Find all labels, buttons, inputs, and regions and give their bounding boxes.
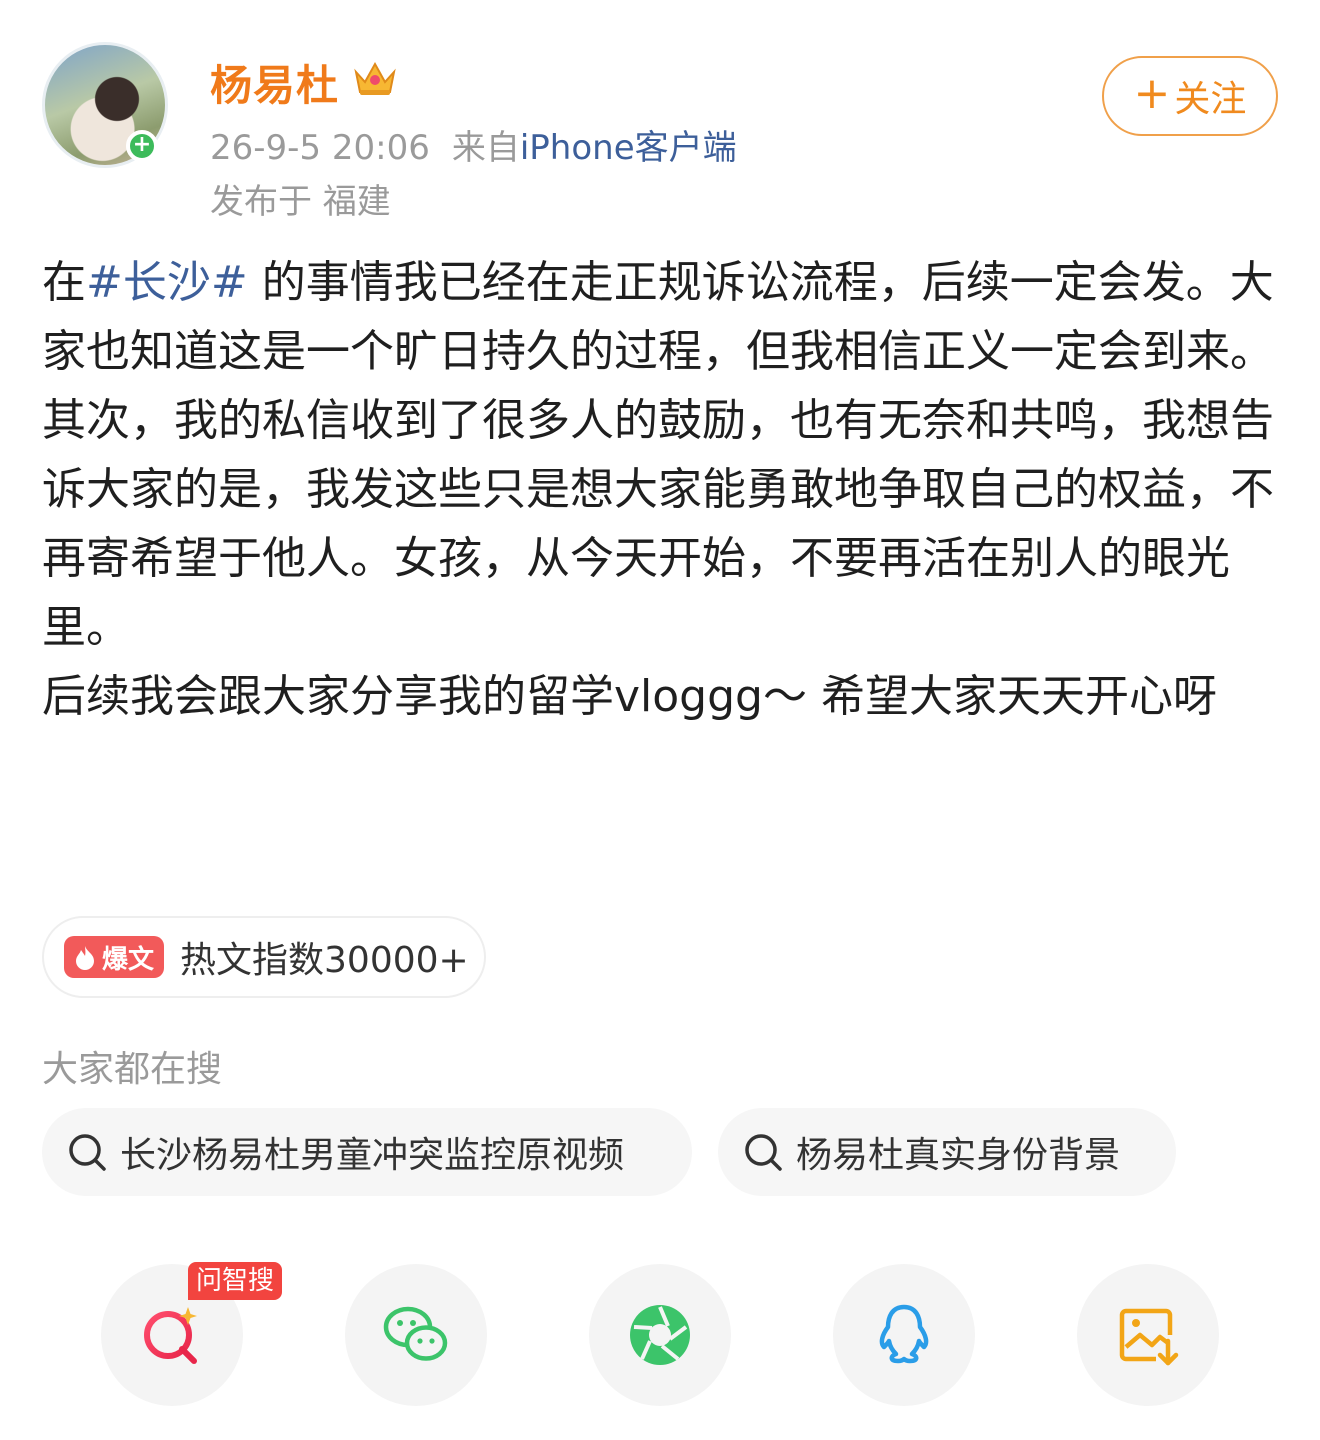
content-paragraph-1: 在#长沙# 的事情我已经在走正规诉讼流程，后续一定会发。大家也知道这是一个旷日持… xyxy=(42,248,1282,386)
hot-index-pill[interactable]: 爆文 热文指数30000+ xyxy=(42,916,486,998)
ai-search-badge: 问智搜 xyxy=(188,1262,283,1300)
moments-icon xyxy=(630,1305,690,1365)
search-suggestion[interactable]: 杨易杜真实身份背景 xyxy=(718,1108,1176,1196)
topic-link[interactable]: #长沙# xyxy=(86,257,248,308)
ai-search-icon xyxy=(144,1307,197,1364)
qq-share-button[interactable] xyxy=(833,1264,975,1406)
wechat-share-button[interactable] xyxy=(345,1264,487,1406)
plus-icon: + xyxy=(1133,68,1171,119)
qq-icon xyxy=(879,1304,929,1364)
search-suggestion-label: 杨易杜真实身份背景 xyxy=(796,1135,1121,1176)
moments-share-button[interactable] xyxy=(589,1264,731,1406)
wechat-icon xyxy=(383,1306,448,1361)
hot-tag-label: 爆文 xyxy=(102,944,155,975)
search-icon xyxy=(745,1134,782,1171)
content-prefix: 在 xyxy=(42,257,86,308)
follow-button[interactable]: + 关注 xyxy=(1102,56,1278,136)
online-badge-icon: + xyxy=(126,130,158,162)
post-content: 在#长沙# 的事情我已经在走正规诉讼流程，后续一定会发。大家也知道这是一个旷日持… xyxy=(42,248,1282,731)
post-meta: 26-9-5 20:06 来自iPhone客户端 xyxy=(210,120,737,169)
search-section-title: 大家都在搜 xyxy=(42,1049,223,1090)
save-image-button[interactable] xyxy=(1077,1264,1219,1406)
save-image-icon xyxy=(1119,1308,1179,1366)
search-suggestion[interactable]: 长沙杨易杜男童冲突监控原视频 xyxy=(42,1108,692,1196)
post-location: 发布于 福建 xyxy=(210,182,391,222)
source-prefix: 来自 xyxy=(451,128,520,168)
crown-icon xyxy=(354,61,396,95)
author-name[interactable]: 杨易杜 xyxy=(210,52,339,113)
hot-index-text: 热文指数30000+ xyxy=(180,940,469,981)
follow-label: 关注 xyxy=(1174,79,1247,120)
content-paragraph-2: 其次，我的私信收到了很多人的鼓励，也有无奈和共鸣，我想告诉大家的是，我发这些只是… xyxy=(42,395,1274,653)
search-suggestion-label: 长沙杨易杜男童冲突监控原视频 xyxy=(120,1135,625,1176)
content-paragraph-3: 后续我会跟大家分享我的留学vloggg～ 希望大家天天开心呀 xyxy=(42,671,1217,722)
client-link[interactable]: iPhone客户端 xyxy=(520,128,737,168)
hot-tag: 爆文 xyxy=(64,936,165,978)
fire-icon xyxy=(76,946,94,970)
search-icon xyxy=(69,1134,106,1171)
post-time: 26-9-5 20:06 xyxy=(210,128,430,168)
